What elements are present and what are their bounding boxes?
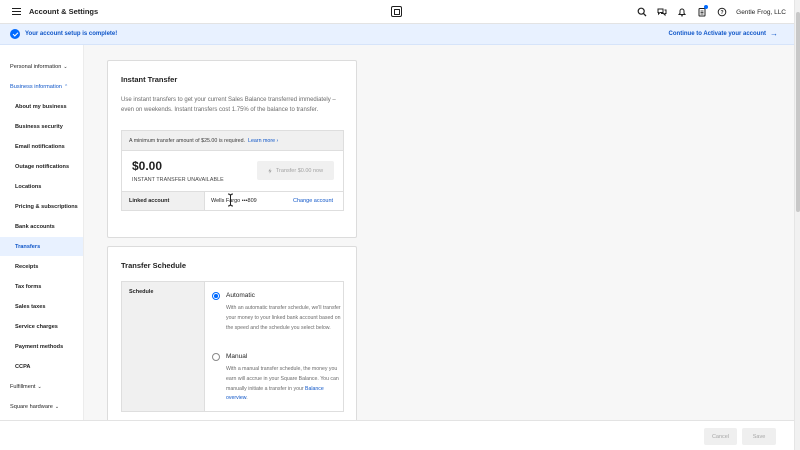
minimum-amount-notice: A minimum transfer amount of $25.00 is r… [121,130,344,151]
sidebar-item-receipts[interactable]: Receipts [0,257,83,276]
instant-transfer-status: INSTANT TRANSFER UNAVAILABLE [132,177,224,183]
change-account-link[interactable]: Change account [293,198,333,204]
square-logo-icon[interactable] [391,6,402,17]
lightning-icon [268,167,272,174]
menu-icon[interactable] [2,0,30,24]
manual-option-description: With a manual transfer schedule, the mon… [226,365,344,404]
help-icon[interactable]: ? [712,0,732,24]
footer-bar: Cancel Save [0,420,794,450]
learn-more-link[interactable]: Learn more › [248,138,278,144]
save-button[interactable]: Save [742,428,776,445]
sidebar-item-bank-accounts[interactable]: Bank accounts [0,217,83,236]
messages-icon[interactable] [652,0,672,24]
sidebar-item-transfers[interactable]: Transfers [0,237,83,256]
schedule-label: Schedule [122,282,205,411]
sidebar-item-label: Business information [10,83,62,90]
scrollbar-thumb[interactable] [796,12,800,212]
sidebar-item-tax-forms[interactable]: Tax forms [0,277,83,296]
chevron-down-icon: ⌄ [37,383,42,390]
transfer-now-label: Transfer $0.00 now [275,167,324,174]
svg-text:?: ? [721,10,724,16]
transfer-now-button[interactable]: Transfer $0.00 now [257,161,334,180]
manual-description-suffix: . [246,395,248,402]
sidebar-item-label: Personal information [10,63,62,70]
sidebar-item-ccpa[interactable]: CCPA [0,357,83,376]
page-title: Account & Settings [29,7,99,16]
transfer-schedule-card: Transfer Schedule Schedule Automatic Wit… [107,246,357,422]
cancel-button[interactable]: Cancel [704,428,737,445]
linked-account-label: Linked account [122,192,205,210]
chevron-down-icon: ⌄ [63,63,68,70]
banner-message: Your account setup is complete! [25,31,118,37]
sidebar-item-payment-methods[interactable]: Payment methods [0,337,83,356]
top-bar: Account & Settings ? Gentle Frog, LLC [0,0,794,24]
manual-option-title[interactable]: Manual [226,353,247,360]
instant-transfer-card: Instant Transfer Use instant transfers t… [107,60,357,238]
balance-box: $0.00 INSTANT TRANSFER UNAVAILABLE Trans… [121,151,344,191]
sidebar-item-pricing-subscriptions[interactable]: Pricing & subscriptions [0,197,83,216]
sidebar-item-business-security[interactable]: Business security [0,117,83,136]
sidebar-item-service-charges[interactable]: Service charges [0,317,83,336]
instant-balance-amount: $0.00 [132,159,163,173]
setup-complete-banner: Your account setup is complete! Continue… [0,24,794,45]
sidebar-item-email-notifications[interactable]: Email notifications [0,137,83,156]
sidebar-item-square-hardware[interactable]: Square hardware ⌄ [0,397,83,416]
settings-sidebar: Personal information ⌄ Business informati… [0,45,84,420]
app-window: Account & Settings ? Gentle Frog, LLC Yo… [0,0,800,450]
clipboard-icon[interactable] [692,0,712,24]
sidebar-item-sales-taxes[interactable]: Sales taxes [0,297,83,316]
activate-account-link[interactable]: Continue to Activate your account [669,31,766,37]
sidebar-item-label: Fulfillment [10,383,36,390]
check-circle-icon [10,29,20,39]
sidebar-item-business-information[interactable]: Business information ⌃ [0,77,83,96]
business-name-menu[interactable]: Gentle Frog, LLC [736,9,786,16]
arrow-right-icon[interactable]: → [770,29,778,39]
chevron-down-icon: ⌄ [54,403,60,410]
sidebar-item-outage-notifications[interactable]: Outage notifications [0,157,83,176]
sidebar-item-label: Square hardware [10,403,53,410]
automatic-option-description: With an automatic transfer schedule, we'… [226,305,341,331]
instant-transfer-description: Use instant transfers to get your curren… [121,97,336,113]
text-cursor-icon [227,193,234,207]
schedule-options-box: Schedule Automatic With an automatic tra… [121,281,344,412]
automatic-radio[interactable] [212,292,220,300]
transfer-schedule-title: Transfer Schedule [121,261,187,270]
bell-icon[interactable] [672,0,692,24]
manual-radio[interactable] [212,353,220,361]
sidebar-item-personal-information[interactable]: Personal information ⌄ [0,57,83,76]
sidebar-item-fulfillment[interactable]: Fulfillment ⌄ [0,377,83,396]
top-icons: ? Gentle Frog, LLC [632,0,786,24]
notification-dot [704,5,709,9]
minimum-amount-text: A minimum transfer amount of $25.00 is r… [129,137,245,144]
automatic-option-title[interactable]: Automatic [226,292,255,299]
instant-transfer-title: Instant Transfer [121,75,178,84]
page-scrollbar[interactable] [794,0,800,450]
chevron-up-icon: ⌃ [63,83,69,90]
sidebar-item-about-my-business[interactable]: About my business [0,97,83,116]
search-icon[interactable] [632,0,652,24]
sidebar-item-locations[interactable]: Locations [0,177,83,196]
